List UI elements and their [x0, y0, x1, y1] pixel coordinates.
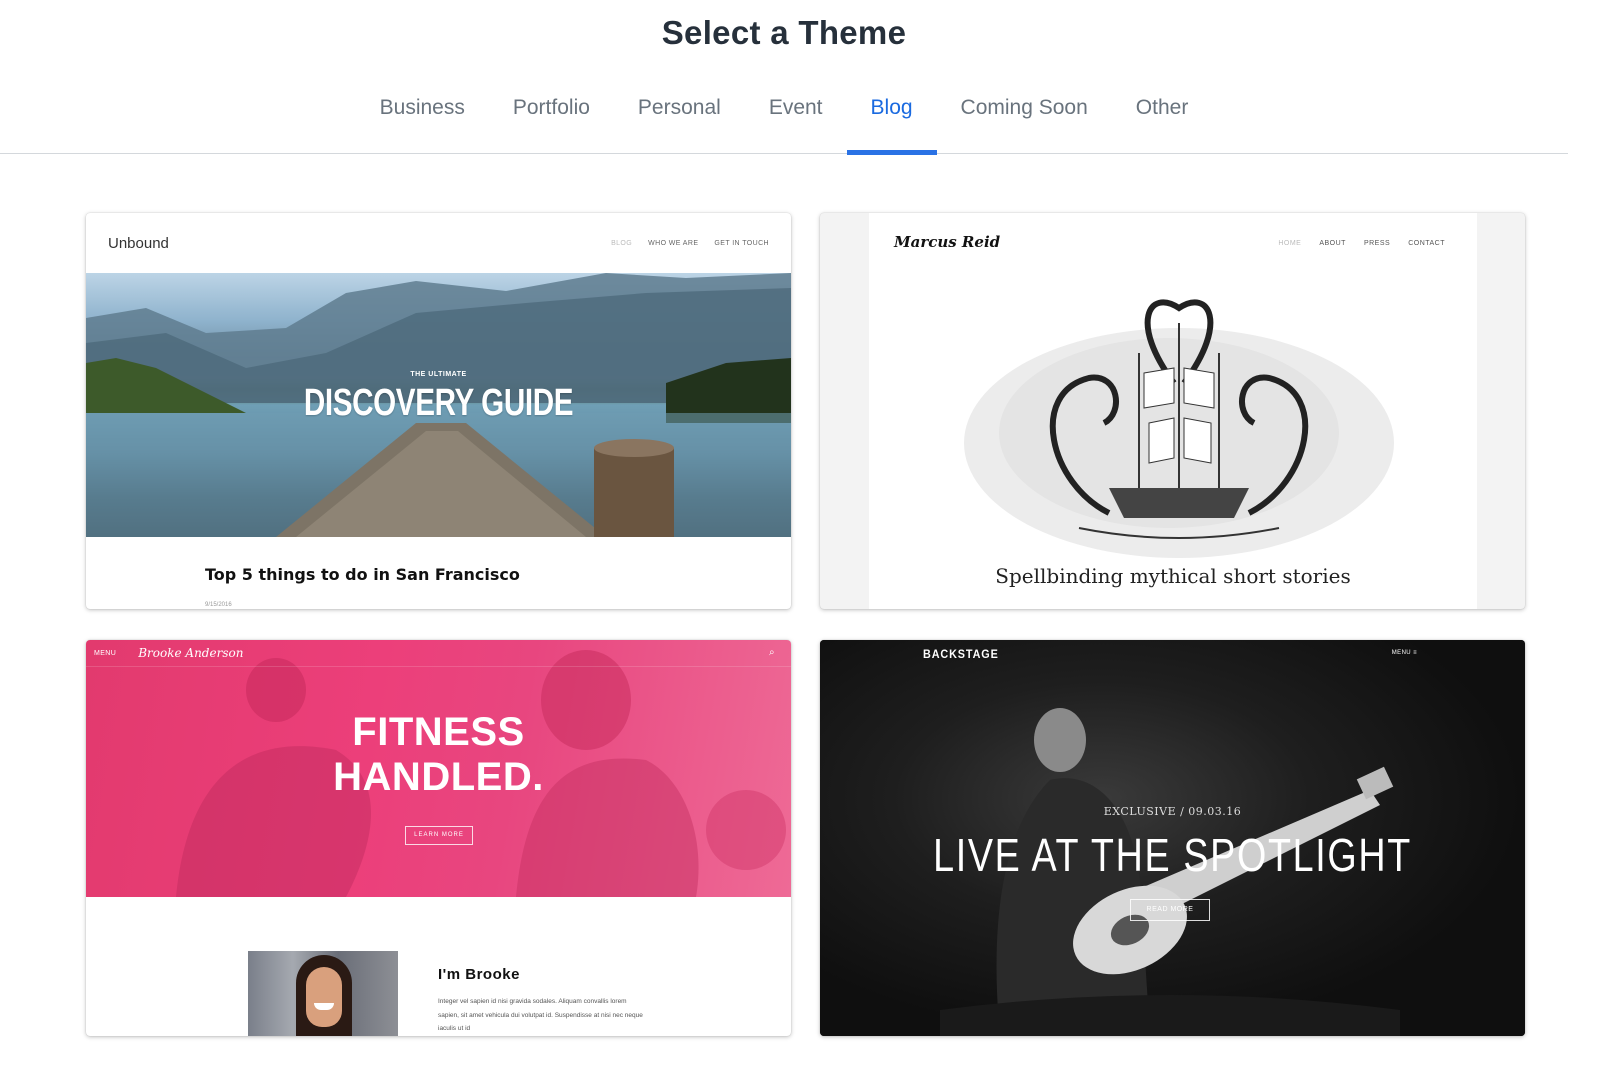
hero-headline-line: FITNESS: [352, 710, 525, 754]
theme-logo: Marcus Reid: [894, 233, 1001, 251]
theme-card-unbound[interactable]: Unbound BLOG WHO WE ARE GET IN TOUCH THE…: [86, 213, 791, 609]
menu-label: MENU ≡: [1391, 650, 1417, 656]
hero-headline: FITNESS HANDLED.: [86, 710, 791, 800]
tab-business[interactable]: Business: [356, 80, 489, 154]
nav-item: PRESS: [1363, 240, 1391, 247]
nav-item: WHO WE ARE: [648, 239, 699, 247]
menu-label: MENU: [94, 649, 117, 657]
page-title: Select a Theme: [661, 14, 907, 51]
theme-category-tabs: Business Portfolio Personal Event Blog C…: [0, 80, 1568, 155]
learn-more-button-preview: LEARN MORE: [405, 826, 473, 845]
tab-personal[interactable]: Personal: [614, 80, 745, 154]
theme-tagline: Spellbinding mythical short stories: [995, 564, 1351, 588]
tab-other[interactable]: Other: [1112, 80, 1213, 154]
face-shape: [306, 967, 342, 1027]
theme-card-brooke-anderson[interactable]: MENU Brooke Anderson ⌕ FITNESS HANDLED. …: [86, 640, 791, 1036]
nav-item: CONTACT: [1408, 240, 1445, 247]
nav-item: HOME: [1278, 240, 1302, 247]
about-title: I'm Brooke: [438, 966, 520, 983]
post-title: Top 5 things to do in San Francisco: [205, 565, 520, 584]
hero-headline: DISCOVERY GUIDE: [303, 382, 574, 424]
hero-image-fitness: MENU Brooke Anderson ⌕ FITNESS HANDLED. …: [86, 640, 791, 897]
theme-logo: Brooke Anderson: [138, 646, 244, 660]
search-icon: ⌕: [769, 647, 775, 658]
tab-blog[interactable]: Blog: [846, 80, 937, 155]
nav-item: ABOUT: [1319, 240, 1346, 247]
theme-preview-nav: HOME ABOUT PRESS CONTACT: [1278, 240, 1445, 247]
hero-headline-line: HANDLED.: [333, 755, 544, 799]
hero-text: THE ULTIMATE DISCOVERY GUIDE: [86, 371, 791, 425]
tab-coming-soon[interactable]: Coming Soon: [937, 80, 1112, 154]
tab-event[interactable]: Event: [745, 80, 847, 154]
theme-preview: Marcus Reid HOME ABOUT PRESS CONTACT Spe…: [869, 213, 1477, 609]
about-body: Integer vel sapien id nisi gravida sodal…: [438, 998, 643, 1032]
hero-image-lake: THE ULTIMATE DISCOVERY GUIDE: [86, 273, 791, 537]
tab-portfolio[interactable]: Portfolio: [489, 80, 614, 154]
nav-item: GET IN TOUCH: [714, 239, 769, 247]
theme-preview-nav: BLOG WHO WE ARE GET IN TOUCH: [611, 240, 769, 247]
theme-preview-header: MENU Brooke Anderson ⌕: [86, 640, 791, 667]
nav-item: BLOG: [611, 239, 633, 247]
theme-logo: BACKSTAGE: [923, 647, 999, 661]
profile-photo: [248, 951, 398, 1036]
post-date: 9/15/2016: [205, 602, 232, 608]
kraken-ship-illustration: [964, 299, 1394, 558]
hero-kicker: EXCLUSIVE / 09.03.16: [1103, 805, 1242, 818]
hero-kicker: THE ULTIMATE: [410, 371, 467, 378]
read-more-button-preview: READ MORE: [1130, 899, 1210, 921]
theme-card-marcus-reid[interactable]: Marcus Reid HOME ABOUT PRESS CONTACT Spe…: [820, 213, 1525, 609]
theme-preview-header: Unbound BLOG WHO WE ARE GET IN TOUCH: [86, 213, 791, 273]
theme-card-backstage[interactable]: BACKSTAGE MENU ≡ EXCLUSIVE / 09.03.16 LI…: [820, 640, 1525, 1036]
hero-headline: LIVE AT THE SPOTLIGHT: [933, 829, 1412, 881]
theme-logo: Unbound: [108, 234, 169, 252]
